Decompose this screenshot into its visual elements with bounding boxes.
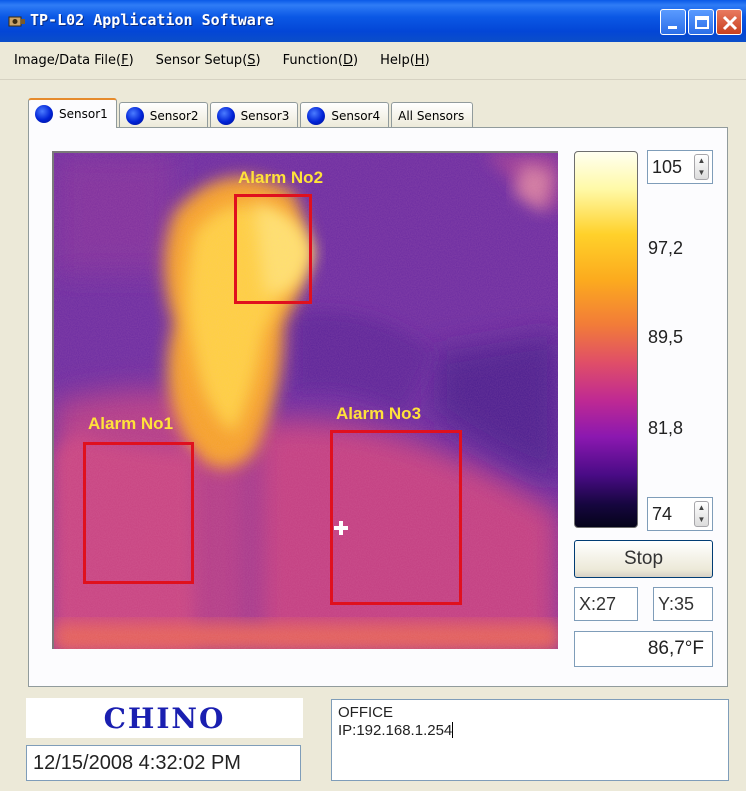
minimize-icon: [668, 26, 677, 29]
minimize-button[interactable]: [660, 9, 686, 35]
scale-max-spinner[interactable]: 105 ▲ ▼: [647, 150, 713, 184]
scale-tick-1: 97,2: [648, 238, 684, 258]
alarm-region-2[interactable]: [234, 194, 312, 304]
tab-sensor2[interactable]: Sensor2: [118, 102, 208, 128]
chevron-down-icon[interactable]: ▼: [695, 167, 708, 179]
menu-help[interactable]: Help(H): [380, 53, 430, 68]
sensor-tabs: Sensor1 Sensor2 Sensor3 Sensor4 All Sens…: [28, 98, 475, 128]
alarm-label-1: Alarm No1: [88, 414, 174, 433]
menu-sensor-setup[interactable]: Sensor Setup(S): [156, 53, 261, 68]
menu-bar: Image/Data File(F) Sensor Setup(S) Funct…: [0, 42, 746, 80]
alarm-region-3[interactable]: [330, 430, 462, 605]
tab-sensor1[interactable]: Sensor1: [28, 98, 117, 128]
spinner-arrows[interactable]: ▲ ▼: [694, 154, 709, 180]
menu-function[interactable]: Function(D): [283, 53, 358, 68]
info-location: OFFICE: [338, 704, 393, 721]
scale-tick-3: 81,8: [648, 418, 684, 438]
tab-sensor3[interactable]: Sensor3: [209, 102, 299, 128]
window-title: TP-L02 Application Software: [30, 11, 274, 29]
datetime-display: 12/15/2008 4:32:02 PM: [26, 745, 301, 781]
measurement-crosshair: [334, 521, 348, 535]
info-ip-line: IP:192.168.1.254: [338, 722, 722, 740]
logo-text: CHINO: [103, 701, 226, 735]
text-caret: [452, 722, 454, 738]
tab-sensor4[interactable]: Sensor4: [300, 102, 390, 128]
chevron-up-icon[interactable]: ▲: [695, 155, 708, 167]
stop-button[interactable]: Stop: [574, 540, 713, 578]
sensor-status-icon: [35, 105, 53, 123]
menu-image-data-file[interactable]: Image/Data File(F): [14, 53, 134, 68]
scale-max-value: 105: [652, 157, 683, 177]
title-bar[interactable]: TP-L02 Application Software: [0, 0, 746, 42]
sensor-status-icon: [307, 106, 326, 125]
color-scale-bar: [574, 151, 638, 528]
scale-min-spinner[interactable]: 74 ▲ ▼: [647, 497, 713, 531]
thermal-camera-icon: [8, 16, 25, 27]
alarm-label-3: Alarm No3: [336, 404, 422, 423]
tab-all-sensors[interactable]: All Sensors: [391, 102, 474, 128]
maximize-button[interactable]: [688, 9, 714, 35]
chevron-up-icon[interactable]: ▲: [695, 502, 708, 514]
chevron-down-icon[interactable]: ▼: [695, 514, 708, 526]
y-coordinate-readout: Y:35: [653, 587, 713, 621]
scale-min-value: 74: [652, 504, 673, 524]
alarm-region-1[interactable]: [83, 442, 194, 584]
sensor-status-icon: [216, 106, 235, 125]
sensor-status-icon: [125, 106, 144, 125]
info-ip: IP:192.168.1.254: [338, 722, 453, 739]
x-coordinate-readout: X:27: [574, 587, 638, 621]
close-icon: [722, 15, 738, 31]
spinner-arrows[interactable]: ▲ ▼: [694, 501, 709, 527]
temperature-readout: 86,7°F: [574, 631, 713, 667]
maximize-icon: [695, 16, 709, 29]
close-button[interactable]: [716, 9, 742, 35]
scale-tick-2: 89,5: [648, 327, 684, 347]
brand-logo: CHINO: [26, 698, 303, 738]
location-info-field[interactable]: OFFICE IP:192.168.1.254: [331, 699, 729, 781]
alarm-label-2: Alarm No2: [238, 168, 324, 187]
